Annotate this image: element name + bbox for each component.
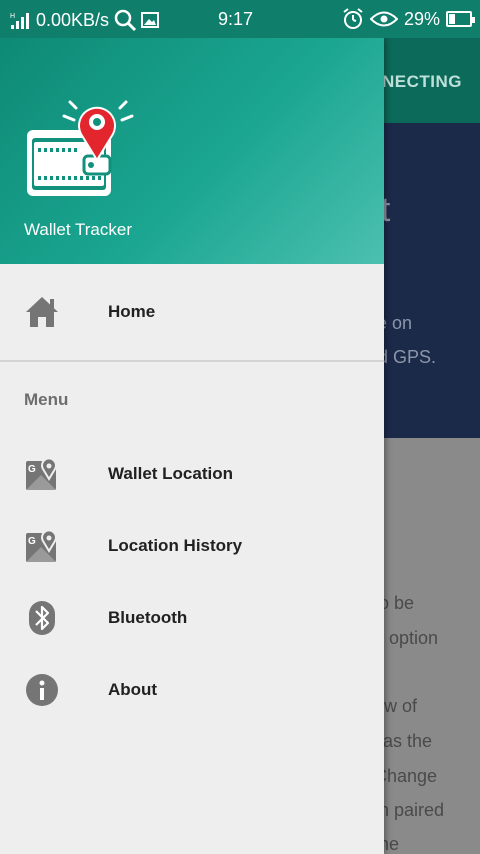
bluetooth-icon [24, 600, 60, 636]
battery-icon [446, 11, 475, 27]
map-location-icon: G [24, 456, 60, 492]
nav-label: About [108, 680, 158, 699]
nav-label: Location History [108, 536, 243, 555]
clock: 9:17 [218, 9, 254, 29]
section-header-menu: Menu [0, 362, 384, 438]
nav-item-home[interactable]: Home [0, 264, 384, 360]
app-name: Wallet Tracker [24, 220, 133, 239]
navigation-drawer: Wallet Tracker Home Menu G Wallet Locati… [0, 38, 384, 854]
map-location-icon: G [24, 528, 60, 564]
nav-item-bluetooth[interactable]: Bluetooth [0, 582, 384, 654]
body-line: th paired [374, 800, 445, 820]
home-icon [24, 294, 60, 330]
svg-text:G: G [28, 464, 36, 475]
svg-text:G: G [28, 536, 36, 547]
search-icon [114, 9, 137, 32]
drawer-header: Wallet Tracker [0, 38, 384, 264]
eye-icon [369, 11, 398, 27]
nav-item-location-history[interactable]: G Location History [0, 510, 384, 582]
image-icon [141, 12, 160, 28]
nav-label: Home [108, 302, 156, 321]
nav-label: Bluetooth [108, 608, 188, 627]
wallet-tracker-logo [27, 100, 134, 196]
signal-icon: H [10, 13, 29, 29]
status-bar: H 0.00KB/s 9:17 29% [0, 0, 480, 38]
section-title: Menu [24, 390, 69, 409]
alarm-icon [343, 8, 363, 29]
battery-percent: 29% [403, 8, 440, 29]
svg-text:H: H [10, 13, 15, 20]
connection-status: NECTING [382, 72, 462, 91]
nav-label: Wallet Location [108, 464, 233, 483]
info-icon [24, 672, 60, 708]
nav-item-wallet-location[interactable]: G Wallet Location [0, 438, 384, 510]
network-speed: 0.00KB/s [36, 9, 110, 30]
nav-item-about[interactable]: About [0, 654, 384, 726]
